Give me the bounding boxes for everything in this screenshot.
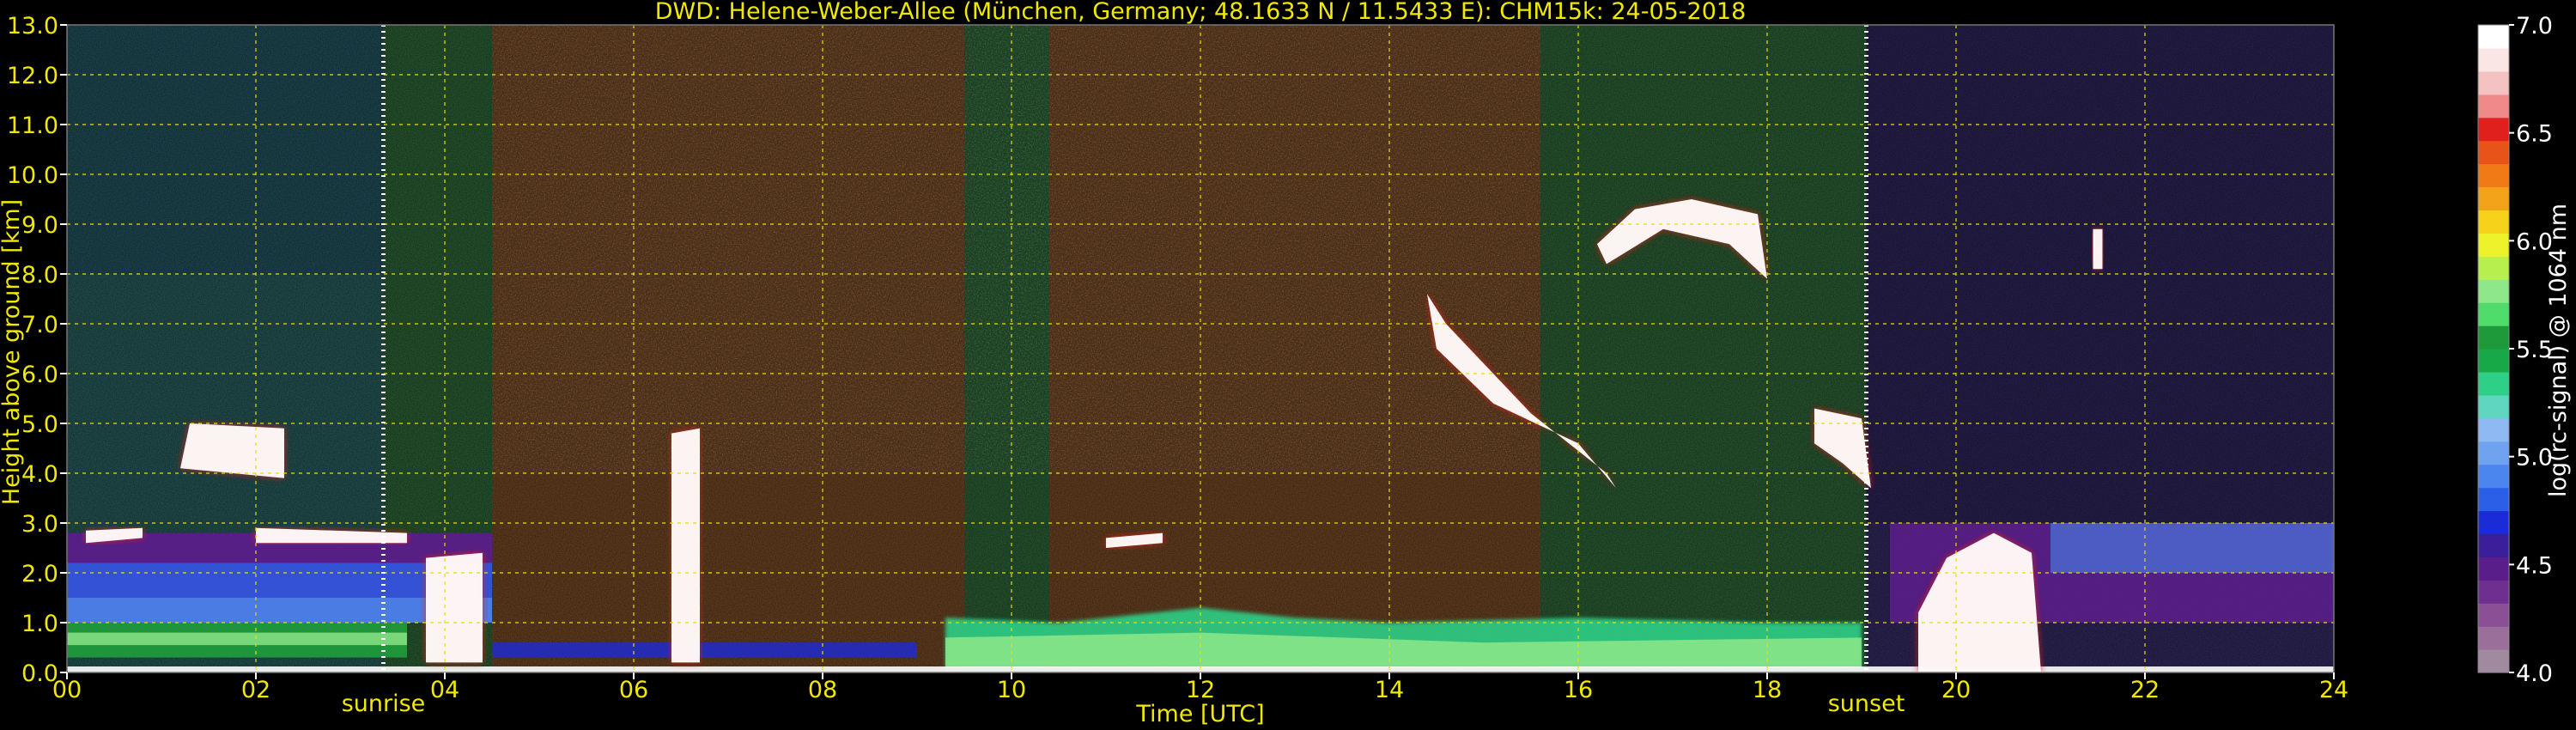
- x-tick-label: 24: [2319, 677, 2348, 703]
- colorbar: 4.04.55.05.56.06.57.0: [2477, 13, 2553, 687]
- colorbar-segment: [2478, 603, 2509, 627]
- y-tick-label: 8.0: [21, 262, 58, 289]
- x-axis-label: Time [UTC]: [1135, 701, 1264, 727]
- colorbar-segment: [2478, 394, 2509, 419]
- colorbar-segment: [2478, 417, 2509, 442]
- colorbar-segment: [2478, 70, 2509, 95]
- y-tick-label: 7.0: [21, 312, 58, 338]
- colorbar-segment: [2478, 94, 2509, 119]
- noise-layer: [492, 25, 1540, 473]
- y-tick-label: 2.0: [21, 561, 58, 587]
- colorbar-segment: [2478, 371, 2509, 396]
- colorbar-tick-label: 4.0: [2516, 660, 2553, 687]
- sun-marker-label: sunset: [1828, 690, 1905, 717]
- x-tick-label: 12: [1186, 677, 1215, 703]
- colorbar-segment: [2478, 510, 2509, 535]
- colorbar-tick-label: 6.5: [2516, 121, 2553, 148]
- colorbar-label: log(rc-signal) @ 1064 nm: [2545, 204, 2572, 497]
- x-tick-label: 22: [2130, 677, 2160, 703]
- colorbar-segment: [2478, 649, 2509, 673]
- aerosol-layer: [67, 632, 407, 646]
- colorbar-segment: [2478, 25, 2509, 49]
- y-tick-label: 9.0: [21, 212, 58, 239]
- colorbar-segment: [2478, 557, 2509, 581]
- x-tick-label: 10: [997, 677, 1026, 703]
- y-tick-label: 5.0: [21, 411, 58, 438]
- y-tick-label: 1.0: [21, 611, 58, 637]
- cloud: [671, 428, 700, 663]
- x-tick-label: 08: [808, 677, 837, 703]
- colorbar-segment: [2478, 349, 2509, 373]
- colorbar-segment: [2478, 325, 2509, 350]
- y-tick-label: 4.0: [21, 461, 58, 488]
- x-tick-label: 16: [1564, 677, 1593, 703]
- y-tick-label: 6.0: [21, 362, 58, 388]
- colorbar-segment: [2478, 117, 2509, 142]
- colorbar-segment: [2478, 47, 2509, 72]
- y-axis-label: Height above ground [km]: [0, 199, 25, 505]
- colorbar-segment: [2478, 279, 2509, 303]
- colorbar-segment: [2478, 487, 2509, 512]
- y-tick-label: 12.0: [7, 63, 58, 89]
- colorbar-segment: [2478, 163, 2509, 188]
- chart-title: DWD: Helene-Weber-Allee (München, German…: [655, 0, 1747, 25]
- y-tick-label: 3.0: [21, 511, 58, 538]
- ceilometer-chart: DWD: Helene-Weber-Allee (München, German…: [0, 0, 2572, 727]
- cloud: [2093, 228, 2103, 270]
- y-tick-label: 13.0: [7, 13, 58, 40]
- colorbar-segment: [2478, 256, 2509, 280]
- aerosol-layer: [2050, 523, 2334, 573]
- colorbar-segment: [2478, 441, 2509, 465]
- aerosol-layer: [492, 642, 917, 658]
- colorbar-tick-label: 7.0: [2516, 13, 2553, 40]
- x-tick-label: 14: [1375, 677, 1404, 703]
- x-tick-label: 04: [430, 677, 459, 703]
- colorbar-tick-label: 4.5: [2516, 552, 2553, 579]
- colorbar-segment: [2478, 210, 2509, 234]
- y-tick-label: 11.0: [7, 113, 58, 139]
- colorbar-segment: [2478, 186, 2509, 211]
- colorbar-segment: [2478, 533, 2509, 557]
- x-tick-label: 02: [241, 677, 270, 703]
- colorbar-segment: [2478, 302, 2509, 326]
- y-tick-label: 10.0: [7, 162, 58, 189]
- colorbar-segment: [2478, 626, 2509, 650]
- x-tick-label: 00: [52, 677, 82, 703]
- sun-marker-label: sunrise: [342, 690, 426, 717]
- x-tick-label: 06: [619, 677, 648, 703]
- colorbar-segment: [2478, 140, 2509, 165]
- x-tick-label: 18: [1753, 677, 1782, 703]
- cloud: [426, 552, 483, 663]
- colorbar-segment: [2478, 233, 2509, 257]
- x-tick-label: 20: [1941, 677, 1971, 703]
- colorbar-segment: [2478, 580, 2509, 604]
- colorbar-segment: [2478, 464, 2509, 489]
